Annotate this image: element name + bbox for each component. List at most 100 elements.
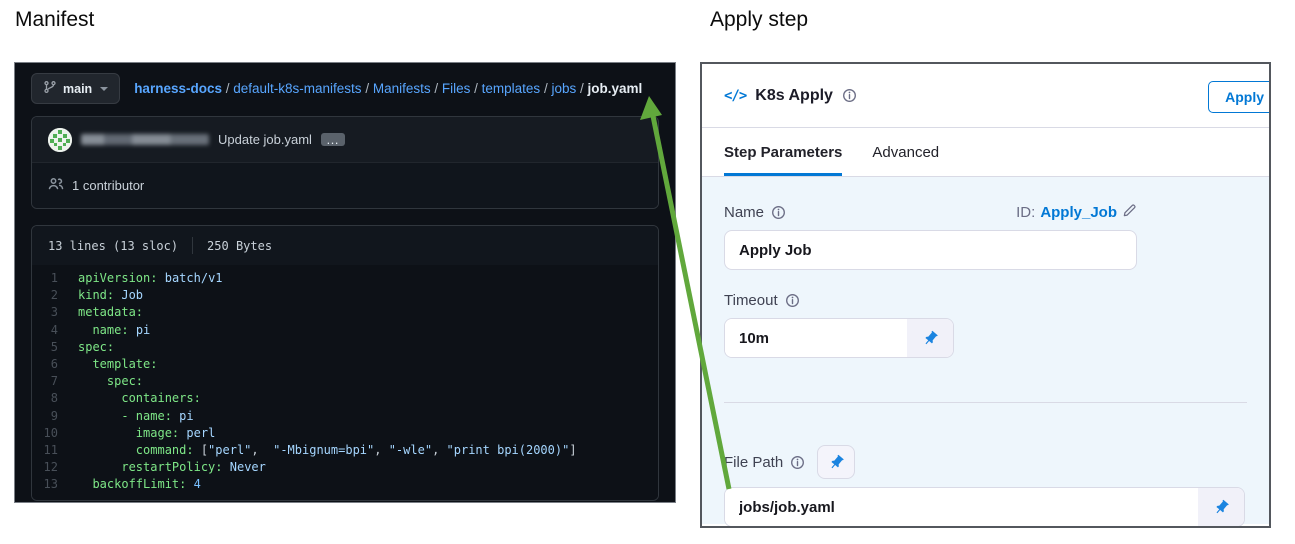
line-content: image: perl <box>78 425 215 442</box>
pin-toggle-button[interactable] <box>817 445 855 479</box>
k8s-apply-step-panel: </> K8s Apply Apply Step Parameters Adva… <box>700 62 1271 528</box>
timeout-input-group <box>724 318 954 358</box>
code-line: 2kind: Job <box>32 287 658 304</box>
id-prefix-label: ID: <box>1016 204 1035 221</box>
line-number[interactable]: 11 <box>32 442 78 459</box>
line-content: template: <box>78 356 157 373</box>
breadcrumb-segment-link[interactable]: default-k8s-manifests <box>233 81 361 96</box>
code-line: 10 image: perl <box>32 425 658 442</box>
latest-commit-box: Update job.yaml … 1 contributor <box>31 116 659 209</box>
info-icon[interactable] <box>771 205 786 220</box>
line-content: metadata: <box>78 304 143 321</box>
file-path-label-row: File Path <box>724 445 1247 479</box>
line-number[interactable]: 4 <box>32 322 78 339</box>
line-number[interactable]: 5 <box>32 339 78 356</box>
avatar[interactable] <box>48 128 72 152</box>
info-icon[interactable] <box>785 293 800 308</box>
commit-message-link[interactable]: Update job.yaml <box>218 132 312 147</box>
line-content: kind: Job <box>78 287 143 304</box>
breadcrumb: harness-docs / default-k8s-manifests / M… <box>134 81 642 96</box>
line-number[interactable]: 9 <box>32 408 78 425</box>
branch-name: main <box>63 82 92 96</box>
manifest-title: Manifest <box>15 8 94 32</box>
code-line: 3metadata: <box>32 304 658 321</box>
step-tabs: Step Parameters Advanced <box>702 128 1269 177</box>
code-line: 11 command: ["perl", "-Mbignum=bpi", "-w… <box>32 442 658 459</box>
yaml-code-viewer[interactable]: 1apiVersion: batch/v12kind: Job3metadata… <box>32 265 658 500</box>
commit-expand-button[interactable]: … <box>321 133 345 146</box>
step-parameters-form: Name ID: Apply_Job <box>702 177 1269 524</box>
breadcrumb-separator: / <box>576 81 587 96</box>
line-number[interactable]: 1 <box>32 270 78 287</box>
code-line: 9 - name: pi <box>32 408 658 425</box>
contributors-label: 1 contributor <box>72 178 144 193</box>
chevron-down-icon <box>100 87 108 91</box>
name-label: Name <box>724 204 786 221</box>
line-content: apiVersion: batch/v1 <box>78 270 223 287</box>
line-content: containers: <box>78 390 201 407</box>
file-content-box: 13 lines (13 sloc) 250 Bytes 1apiVersion… <box>31 225 659 501</box>
file-lines-count: 13 lines (13 sloc) <box>48 239 178 253</box>
line-content: spec: <box>78 373 143 390</box>
tab-advanced[interactable]: Advanced <box>872 128 939 176</box>
github-topbar: main harness-docs / default-k8s-manifest… <box>15 63 675 112</box>
line-content: restartPolicy: Never <box>78 459 266 476</box>
apply-changes-button[interactable]: Apply <box>1208 81 1271 113</box>
code-line: 4 name: pi <box>32 322 658 339</box>
line-content: name: pi <box>78 322 150 339</box>
pin-toggle-button[interactable] <box>907 319 953 357</box>
breadcrumb-segment-link[interactable]: Manifests <box>373 81 431 96</box>
breadcrumb-segment-link[interactable]: templates <box>482 81 541 96</box>
code-line: 7 spec: <box>32 373 658 390</box>
pin-toggle-button[interactable] <box>1198 488 1244 526</box>
code-line: 8 containers: <box>32 390 658 407</box>
line-number[interactable]: 12 <box>32 459 78 476</box>
people-icon <box>48 176 64 195</box>
code-line: 1apiVersion: batch/v1 <box>32 270 658 287</box>
breadcrumb-separator: / <box>540 81 551 96</box>
file-path-input-group <box>724 487 1245 527</box>
step-header: </> K8s Apply Apply <box>702 64 1269 128</box>
breadcrumb-repo-link[interactable]: harness-docs <box>134 81 222 96</box>
line-number[interactable]: 2 <box>32 287 78 304</box>
file-size: 250 Bytes <box>207 239 272 253</box>
info-icon[interactable] <box>790 455 805 470</box>
code-line: 6 template: <box>32 356 658 373</box>
line-number[interactable]: 6 <box>32 356 78 373</box>
line-number[interactable]: 7 <box>32 373 78 390</box>
code-line: 13 backoffLimit: 4 <box>32 476 658 493</box>
breadcrumb-segment-link[interactable]: Files <box>442 81 471 96</box>
line-number[interactable]: 8 <box>32 390 78 407</box>
edit-pencil-icon[interactable] <box>1122 203 1137 222</box>
line-number[interactable]: 3 <box>32 304 78 321</box>
contributors-row[interactable]: 1 contributor <box>32 162 658 208</box>
github-file-panel: main harness-docs / default-k8s-manifest… <box>14 62 676 503</box>
line-content: backoffLimit: 4 <box>78 476 201 493</box>
line-content: spec: <box>78 339 114 356</box>
file-meta-header: 13 lines (13 sloc) 250 Bytes <box>32 226 658 265</box>
code-line: 12 restartPolicy: Never <box>32 459 658 476</box>
breadcrumb-separator: / <box>470 81 481 96</box>
line-content: command: ["perl", "-Mbignum=bpi", "-wle"… <box>78 442 577 459</box>
breadcrumb-separator: / <box>362 81 373 96</box>
file-path-input[interactable] <box>725 488 1198 526</box>
name-field-row: Name ID: Apply_Job <box>724 203 1137 222</box>
file-path-label: File Path <box>724 454 805 471</box>
info-icon[interactable] <box>842 88 857 103</box>
commit-row: Update job.yaml … <box>32 117 658 162</box>
breadcrumb-current-file: job.yaml <box>587 81 642 96</box>
section-divider <box>724 402 1247 403</box>
branch-selector-button[interactable]: main <box>31 73 120 104</box>
breadcrumb-separator: / <box>431 81 442 96</box>
line-number[interactable]: 10 <box>32 425 78 442</box>
tab-step-parameters[interactable]: Step Parameters <box>724 128 842 176</box>
timeout-input[interactable] <box>725 319 907 357</box>
line-number[interactable]: 13 <box>32 476 78 493</box>
step-id-link[interactable]: Apply_Job <box>1040 204 1117 221</box>
git-branch-icon <box>43 80 57 97</box>
name-input[interactable] <box>724 230 1137 270</box>
line-content: - name: pi <box>78 408 194 425</box>
step-id-chip: ID: Apply_Job <box>1016 203 1137 222</box>
breadcrumb-segment-link[interactable]: jobs <box>551 81 576 96</box>
timeout-label: Timeout <box>724 292 800 309</box>
